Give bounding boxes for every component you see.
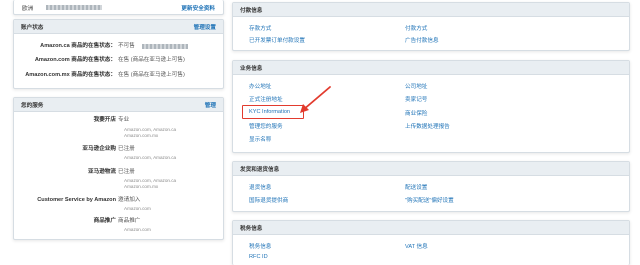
business-info-header: 业务信息 bbox=[233, 61, 629, 75]
manage-settings-link[interactable]: 管理设置 bbox=[194, 23, 216, 31]
redacted-value bbox=[46, 5, 102, 10]
tax-info-title: 税务信息 bbox=[240, 225, 263, 232]
status-label: Amazon.com 商品的在售状态： bbox=[34, 57, 116, 63]
service-label: 亚马逊物流 bbox=[88, 169, 116, 175]
office-address-link[interactable]: 办公地址 bbox=[249, 82, 271, 90]
status-row-ca: Amazon.ca 商品的在售状态： 不可售 bbox=[14, 42, 223, 51]
service-value: 已注册 bbox=[118, 169, 135, 175]
top-strip: 欧洲 更新安全资料 bbox=[13, 0, 224, 15]
service-row: Customer Service by Amazon 邀请加入 bbox=[14, 196, 223, 205]
update-security-link[interactable]: 更新安全资料 bbox=[181, 4, 215, 12]
tax-info-panel: 税务信息 税务信息 VAT 信息 RFC ID bbox=[232, 220, 630, 265]
status-value: 在售 (商品在亚马逊上可售) bbox=[118, 57, 185, 63]
status-row-com: Amazon.com 商品的在售状态： 在售 (商品在亚马逊上可售) bbox=[14, 56, 223, 65]
seller-token-link[interactable]: 卖家记号 bbox=[405, 95, 427, 103]
redacted-value bbox=[142, 44, 188, 49]
payment-info-header: 付款信息 bbox=[233, 3, 629, 17]
service-marketplaces: Amazon.com.mx bbox=[124, 184, 159, 189]
account-status-header: 账户状态 管理设置 bbox=[14, 20, 223, 34]
upload-data-report-link[interactable]: 上传数据处理报告 bbox=[405, 122, 450, 130]
status-value: 不可售 bbox=[118, 43, 135, 49]
payment-info-title: 付款信息 bbox=[240, 7, 263, 14]
buy-shipping-preferences-link[interactable]: "购买配送"偏好设置 bbox=[405, 196, 454, 204]
account-status-panel: 账户状态 管理设置 Amazon.ca 商品的在售状态： 不可售 Amazon.… bbox=[13, 19, 224, 89]
status-value: 在售 (商品在亚马逊上可售) bbox=[118, 72, 185, 78]
returns-info-link[interactable]: 退货信息 bbox=[249, 183, 271, 191]
services-panel: 您的服务 管理 我要开店 专业 Amazon.com, Amazon.ca Am… bbox=[13, 97, 224, 240]
status-label: Amazon.ca 商品的在售状态： bbox=[40, 43, 116, 49]
service-value: 邀请加入 bbox=[118, 197, 141, 203]
kyc-highlight-box bbox=[242, 105, 304, 119]
service-marketplaces: Amazon.com, Amazon.ca bbox=[124, 178, 177, 183]
rfc-id-link[interactable]: RFC ID bbox=[249, 254, 268, 260]
vat-info-link[interactable]: VAT 信息 bbox=[405, 242, 428, 250]
shipping-settings-link[interactable]: 配送设置 bbox=[405, 183, 427, 191]
account-status-title: 账户状态 bbox=[21, 24, 44, 31]
shipping-info-title: 发货和退货信息 bbox=[240, 166, 280, 173]
service-marketplaces: Amazon.com, Amazon.ca bbox=[124, 155, 177, 160]
services-title: 您的服务 bbox=[21, 102, 44, 109]
invoiced-order-settings-link[interactable]: 已开发票订单付款设置 bbox=[249, 36, 305, 44]
service-value: 商品推广 bbox=[118, 218, 141, 224]
service-row: 我要开店 专业 bbox=[14, 116, 223, 125]
display-name-link[interactable]: 显示名称 bbox=[249, 135, 271, 143]
registered-address-link[interactable]: 正式注册地址 bbox=[249, 95, 283, 103]
shipping-info-panel: 发货和退货信息 退货信息 配送设置 国际退货提供商 "购买配送"偏好设置 bbox=[232, 161, 630, 212]
service-marketplaces: Amazon.com.mx bbox=[124, 133, 159, 138]
status-label: Amazon.com.mx 商品的在售状态： bbox=[25, 72, 116, 78]
tax-info-header: 税务信息 bbox=[233, 221, 629, 235]
service-marketplaces: Amazon.com, Amazon.ca bbox=[124, 127, 177, 132]
deposit-methods-link[interactable]: 存款方式 bbox=[249, 24, 271, 32]
manage-services-link[interactable]: 管理 bbox=[205, 101, 216, 109]
business-info-panel: 业务信息 办公地址 公司地址 正式注册地址 卖家记号 KYC Informati… bbox=[232, 60, 630, 153]
company-address-link[interactable]: 公司地址 bbox=[405, 82, 427, 90]
service-label: 我要开店 bbox=[93, 117, 116, 123]
service-value: 专业 bbox=[118, 117, 130, 123]
manage-your-services-link[interactable]: 管理您的服务 bbox=[249, 122, 283, 130]
service-row: 亚马逊企业购 已注册 bbox=[14, 145, 223, 154]
payment-methods-link[interactable]: 付款方式 bbox=[405, 24, 427, 32]
status-row-mx: Amazon.com.mx 商品的在售状态： 在售 (商品在亚马逊上可售) bbox=[14, 71, 223, 80]
advertising-payment-link[interactable]: 广告付款信息 bbox=[405, 36, 439, 44]
service-row: 商品推广 商品推广 bbox=[14, 217, 223, 226]
top-strip-label: 欧洲 bbox=[22, 6, 34, 12]
payment-info-panel: 付款信息 存款方式 付款方式 已开发票订单付款设置 广告付款信息 bbox=[232, 2, 630, 51]
business-insurance-link[interactable]: 商业保险 bbox=[405, 109, 427, 117]
service-label: Customer Service by Amazon bbox=[37, 197, 116, 203]
service-row: 亚马逊物流 已注册 bbox=[14, 168, 223, 177]
service-marketplaces: Amazon.com bbox=[124, 227, 151, 232]
business-info-title: 业务信息 bbox=[240, 65, 263, 72]
service-label: 商品推广 bbox=[93, 218, 116, 224]
shipping-info-header: 发货和退货信息 bbox=[233, 162, 629, 176]
intl-returns-provider-link[interactable]: 国际退货提供商 bbox=[249, 196, 288, 204]
service-marketplaces: Amazon.com bbox=[124, 206, 151, 211]
service-value: 已注册 bbox=[118, 146, 135, 152]
services-header: 您的服务 管理 bbox=[14, 98, 223, 112]
service-label: 亚马逊企业购 bbox=[82, 146, 116, 152]
tax-info-link[interactable]: 税务信息 bbox=[249, 242, 271, 250]
